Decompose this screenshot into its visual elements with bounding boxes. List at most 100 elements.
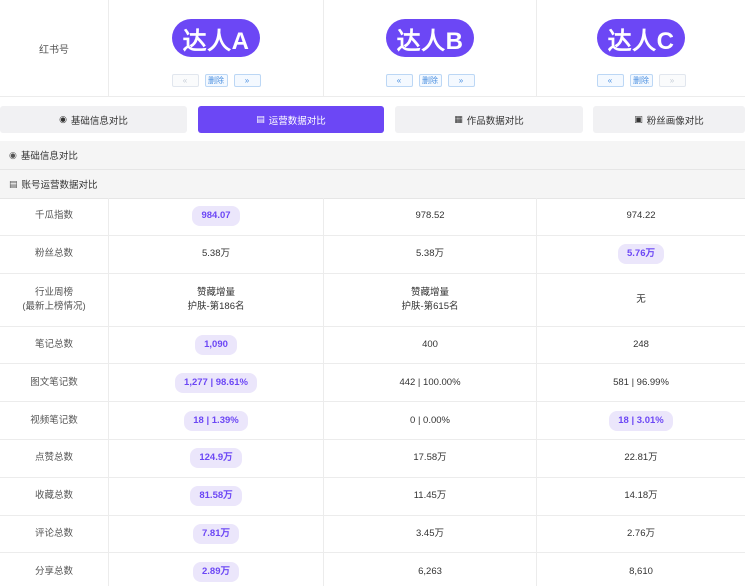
value-text: 978.52 bbox=[415, 210, 445, 222]
value-text: 3.45万 bbox=[416, 527, 444, 539]
metric-label: 图文笔记数 bbox=[0, 364, 109, 403]
table-row: 分享总数 2.89万 6,263 8,610 bbox=[0, 553, 745, 586]
table-row: 评论总数 7.81万 3.45万 2.76万 bbox=[0, 515, 745, 554]
metric-note: (最新上榜情况) bbox=[22, 300, 86, 312]
value-cell: 581 | 96.99% bbox=[537, 364, 745, 403]
table-row: 千瓜指数 984.07 978.52 974.22 bbox=[0, 198, 745, 236]
move-right-button[interactable]: » bbox=[447, 74, 475, 87]
metric-label: 千瓜指数 bbox=[0, 198, 109, 236]
metric-label: 点赞总数 bbox=[0, 439, 109, 478]
best-value-badge: 5.76万 bbox=[618, 244, 664, 265]
best-value-badge: 2.89万 bbox=[193, 561, 239, 582]
delete-button[interactable]: 删除 bbox=[418, 74, 442, 87]
tab-works-data[interactable]: ▦ 作品数据对比 bbox=[395, 106, 583, 133]
value-cell: 442 | 100.00% bbox=[324, 364, 537, 403]
value-text: 442 | 100.00% bbox=[399, 376, 461, 388]
value-line: 护肤-第615名 bbox=[401, 300, 459, 312]
value-cell: 5.38万 bbox=[324, 235, 537, 274]
influencer-name[interactable]: 达人A bbox=[171, 19, 261, 57]
value-text: 8,610 bbox=[629, 565, 653, 577]
value-text: 22.81万 bbox=[624, 452, 658, 464]
best-value-badge: 1,277 | 98.61% bbox=[175, 372, 257, 393]
influencer-name[interactable]: 达人B bbox=[385, 19, 475, 57]
metric-label: 笔记总数 bbox=[0, 326, 109, 365]
tab-fans-profile[interactable]: ▣ 粉丝画像对比 bbox=[593, 106, 745, 133]
value-cell: 6,263 bbox=[324, 553, 537, 586]
value-cell: 5.76万 bbox=[537, 236, 745, 274]
move-right-button[interactable]: » bbox=[658, 74, 686, 87]
move-left-button[interactable]: « bbox=[596, 74, 624, 87]
delete-button[interactable]: 删除 bbox=[629, 74, 653, 87]
table-row: 图文笔记数 1,277 | 98.61% 442 | 100.00% 581 | 96… bbox=[0, 364, 745, 403]
influencer-controls: « 删除 » bbox=[596, 74, 686, 87]
clipboard-icon: ▤ bbox=[256, 114, 265, 124]
delete-button[interactable]: 删除 bbox=[204, 74, 228, 87]
section-basic-info[interactable]: ◉ 基础信息对比 bbox=[0, 141, 745, 170]
value-text: 2.76万 bbox=[627, 527, 655, 539]
value-cell: 赞藏增量 护肤-第615名 bbox=[324, 273, 537, 327]
comparison-tabs: ◉ 基础信息对比 ▤ 运营数据对比 ▦ 作品数据对比 ▣ 粉丝画像对比 bbox=[0, 106, 745, 133]
influencer-name[interactable]: 达人C bbox=[596, 19, 686, 57]
value-cell: 3.45万 bbox=[324, 515, 537, 554]
document-icon: ▦ bbox=[454, 114, 463, 124]
tab-operations-data[interactable]: ▤ 运营数据对比 bbox=[198, 106, 384, 133]
value-text: 400 bbox=[422, 338, 438, 350]
value-cell: 8,610 bbox=[537, 553, 745, 586]
value-cell: 81.58万 bbox=[109, 477, 324, 516]
value-text: 0 | 0.00% bbox=[410, 414, 450, 426]
clipboard-icon: ▤ bbox=[9, 178, 18, 189]
table-row: 行业周榜 (最新上榜情况) 赞藏增量 护肤-第186名 赞藏增量 护肤-第615名无 bbox=[0, 273, 745, 327]
metric-label: 评论总数 bbox=[0, 515, 109, 554]
value-cell: 2.76万 bbox=[537, 516, 745, 554]
best-value-badge: 18 | 3.01% bbox=[609, 410, 673, 431]
operations-table: 千瓜指数 984.07 978.52 974.22 粉丝总数 5.38万 5.38万 5.76… bbox=[0, 198, 745, 586]
table-row: 粉丝总数 5.38万 5.38万 5.76万 bbox=[0, 235, 745, 274]
best-value-badge: 18 | 1.39% bbox=[184, 410, 248, 431]
tab-basic-info[interactable]: ◉ 基础信息对比 bbox=[0, 106, 187, 133]
value-cell: 984.07 bbox=[109, 198, 324, 236]
value-text: 5.38万 bbox=[416, 248, 444, 260]
value-text: 5.38万 bbox=[202, 248, 230, 260]
move-left-button[interactable]: « bbox=[171, 74, 199, 87]
value-text: 14.18万 bbox=[624, 490, 658, 502]
value-cell: 400 bbox=[324, 326, 537, 365]
value-text: 974.22 bbox=[626, 210, 656, 222]
metric-label: 视频笔记数 bbox=[0, 402, 109, 440]
value-cell: 2.89万 bbox=[109, 553, 324, 586]
value-cell: 18 | 3.01% bbox=[537, 402, 745, 440]
comparison-header: 红书号 达人A « 删除 » 达人B « 删除 » 达人C « 删除 » bbox=[0, 0, 745, 97]
metric-name: 行业周榜 bbox=[34, 286, 73, 298]
value-cell: 无 bbox=[537, 274, 745, 327]
best-value-badge: 7.81万 bbox=[193, 523, 239, 544]
influencer-column-a: 达人A « 删除 » bbox=[109, 0, 324, 97]
value-line: 赞藏增量 bbox=[196, 286, 235, 298]
section-title: 账号运营数据对比 bbox=[21, 180, 98, 191]
value-cell: 赞藏增量 护肤-第186名 bbox=[109, 273, 324, 327]
table-row: 视频笔记数 18 | 1.39% 0 | 0.00% 18 | 3.01% bbox=[0, 402, 745, 440]
profile-card-icon: ▣ bbox=[634, 114, 643, 124]
influencer-controls: « 删除 » bbox=[385, 74, 475, 87]
move-right-button[interactable]: » bbox=[233, 74, 261, 87]
value-cell: 22.81万 bbox=[537, 440, 745, 478]
value-text: 11.45万 bbox=[413, 490, 447, 502]
value-text: 6,263 bbox=[418, 565, 442, 577]
user-circle-icon: ◉ bbox=[59, 114, 67, 124]
value-cell: 17.58万 bbox=[324, 439, 537, 478]
value-text: 17.58万 bbox=[413, 452, 447, 464]
tab-label: 粉丝画像对比 bbox=[646, 115, 704, 127]
tab-label: 基础信息对比 bbox=[70, 115, 128, 127]
value-cell: 978.52 bbox=[324, 198, 537, 236]
tab-label: 运营数据对比 bbox=[268, 115, 326, 127]
value-cell: 7.81万 bbox=[109, 515, 324, 554]
move-left-button[interactable]: « bbox=[385, 74, 413, 87]
best-value-badge: 1,090 bbox=[195, 334, 237, 355]
section-account-operations[interactable]: ▤ 账号运营数据对比 bbox=[0, 170, 745, 199]
metric-label: 收藏总数 bbox=[0, 477, 109, 516]
metric-label: 粉丝总数 bbox=[0, 235, 109, 274]
value-line: 无 bbox=[636, 293, 646, 305]
user-circle-icon: ◉ bbox=[9, 149, 17, 160]
best-value-badge: 124.9万 bbox=[190, 448, 242, 469]
best-value-badge: 984.07 bbox=[192, 206, 240, 227]
tab-label: 作品数据对比 bbox=[466, 115, 524, 127]
value-cell: 124.9万 bbox=[109, 439, 324, 478]
